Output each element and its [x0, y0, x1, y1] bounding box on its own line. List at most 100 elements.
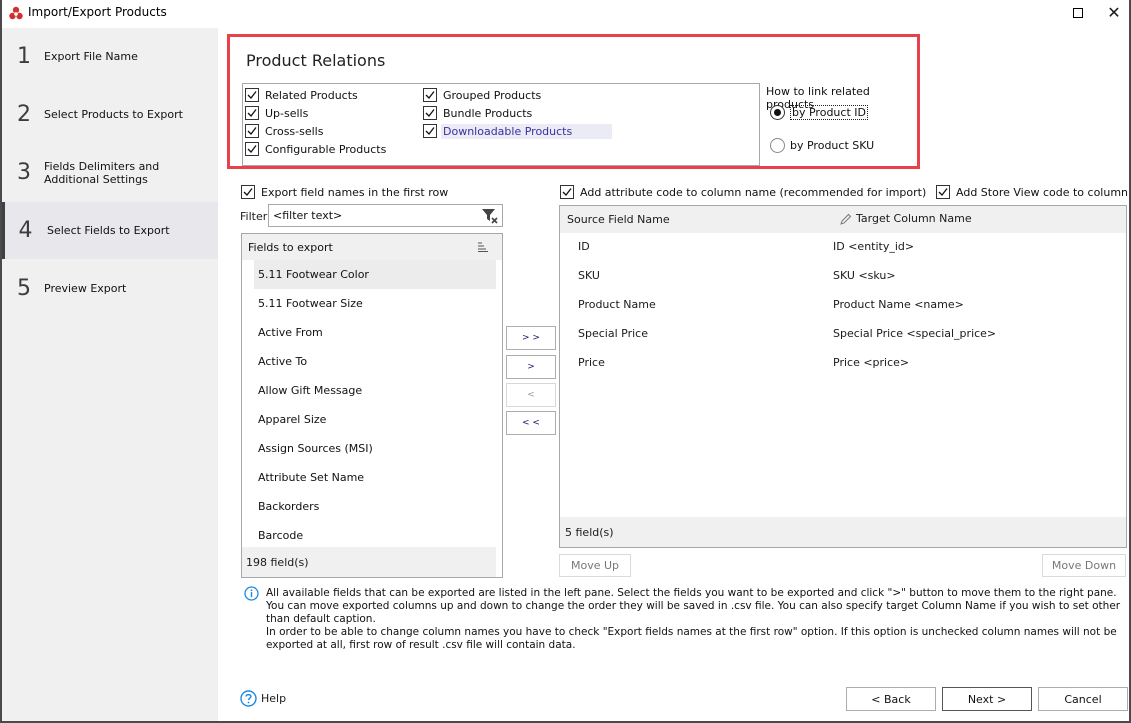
step-fields-delimiters[interactable]: 3 Fields Delimiters and Additional Setti… — [2, 144, 218, 201]
export-field-names-checkbox[interactable]: Export field names in the first row — [241, 184, 448, 200]
checkbox-label: Add attribute code to column name (recom… — [580, 185, 927, 199]
check-icon — [425, 91, 435, 99]
step-export-file-name[interactable]: 1 Export File Name — [2, 28, 218, 85]
back-button[interactable]: < Back — [846, 687, 936, 711]
table-header: Source Field Name Target Column Name — [560, 206, 1126, 233]
downloadable-products-checkbox[interactable]: Downloadable Products — [423, 123, 613, 139]
bundle-products-checkbox[interactable]: Bundle Products — [423, 105, 532, 121]
step-select-fields[interactable]: 4 Select Fields to Export — [2, 202, 218, 259]
by-product-sku-radio[interactable]: by Product SKU — [770, 138, 874, 153]
table-row[interactable]: SKU SKU <sku> — [560, 262, 1126, 291]
list-item[interactable]: Active From — [242, 318, 502, 347]
step-preview-export[interactable]: 5 Preview Export — [2, 260, 218, 317]
radio-selected-dot — [774, 109, 781, 116]
help-label: Help — [261, 692, 287, 705]
move-down-button[interactable]: Move Down — [1042, 554, 1126, 577]
step-label: Select Fields to Export — [47, 224, 170, 237]
info-text: All available fields that can be exporte… — [266, 587, 1121, 652]
checkbox-box — [423, 106, 437, 120]
wizard-steps-sidebar: 1 Export File Name 2 Select Products to … — [2, 28, 218, 721]
clear-filter-icon[interactable] — [481, 208, 499, 224]
up-sells-checkbox[interactable]: Up-sells — [245, 105, 308, 121]
list-item[interactable]: Allow Gift Message — [242, 376, 502, 405]
column-header-source[interactable]: Source Field Name — [567, 213, 670, 226]
next-button[interactable]: Next > — [942, 687, 1032, 711]
cancel-button[interactable]: Cancel — [1038, 687, 1128, 711]
info-paragraph-2: In order to be able to change column nam… — [266, 626, 1117, 651]
close-icon: ✕ — [1107, 3, 1121, 22]
cross-sells-checkbox[interactable]: Cross-sells — [245, 123, 323, 139]
app-logo-icon — [9, 6, 23, 20]
step-select-products[interactable]: 2 Select Products to Export — [2, 86, 218, 143]
check-icon — [243, 188, 253, 196]
checkbox-box — [423, 88, 437, 102]
title-bar: Import/Export Products ✕ — [2, 0, 1129, 27]
table-row[interactable]: Special Price Special Price <special_pri… — [560, 320, 1126, 349]
checkbox-box — [245, 142, 259, 156]
exported-field-count: 5 field(s) — [560, 517, 1126, 547]
check-icon — [247, 145, 257, 153]
column-header-target[interactable]: Target Column Name — [840, 212, 972, 225]
list-item[interactable]: Attribute Set Name — [242, 463, 502, 492]
configurable-products-checkbox[interactable]: Configurable Products — [245, 141, 386, 157]
check-icon — [562, 188, 572, 196]
list-item[interactable]: Assign Sources (MSI) — [242, 434, 502, 463]
pencil-icon — [840, 213, 852, 225]
target-column-cell[interactable]: Special Price <special_price> — [833, 327, 996, 340]
step-label: Preview Export — [44, 282, 127, 295]
main-panel: Product Relations Related Products Up-se… — [220, 28, 1131, 721]
target-column-cell[interactable]: Price <price> — [833, 356, 909, 369]
step-number: 1 — [17, 44, 31, 69]
add-all-fields-button[interactable]: > > — [506, 326, 556, 350]
checkbox-label: Export field names in the first row — [261, 185, 449, 199]
target-column-cell[interactable]: ID <entity_id> — [833, 240, 914, 253]
radio-label: by Product ID — [790, 105, 868, 120]
maximize-button[interactable] — [1067, 4, 1089, 22]
step-label: Select Products to Export — [44, 108, 183, 121]
radio-circle — [770, 105, 785, 120]
list-item[interactable]: Active To — [242, 347, 502, 376]
related-products-checkbox[interactable]: Related Products — [245, 87, 358, 103]
checkbox-box — [936, 185, 950, 199]
target-column-cell[interactable]: SKU <sku> — [833, 269, 896, 282]
checkbox-box — [423, 124, 437, 138]
list-item[interactable]: Barcode — [242, 521, 502, 550]
step-number: 3 — [17, 160, 31, 185]
checkbox-label: Add Store View code to column nam — [956, 185, 1131, 199]
source-field-cell: Special Price — [578, 327, 648, 340]
table-row[interactable]: Price Price <price> — [560, 349, 1126, 378]
product-relations-title: Product Relations — [246, 51, 386, 70]
add-store-view-code-checkbox[interactable]: Add Store View code to column nam — [936, 184, 1131, 200]
table-row[interactable]: Product Name Product Name <name> — [560, 291, 1126, 320]
list-item[interactable]: Apparel Size — [242, 405, 502, 434]
source-field-cell: Product Name — [578, 298, 656, 311]
info-paragraph-1: All available fields that can be exporte… — [266, 587, 1121, 625]
list-item[interactable]: 5.11 Footwear Color — [254, 260, 496, 289]
remove-all-fields-button[interactable]: < < — [506, 411, 556, 435]
close-button[interactable]: ✕ — [1103, 4, 1125, 22]
step-label: Fields Delimiters and Additional Setting… — [44, 159, 160, 186]
check-icon — [247, 91, 257, 99]
list-item[interactable]: 5.11 Footwear Size — [242, 289, 502, 318]
checkbox-box — [245, 124, 259, 138]
field-count: 198 field(s) — [242, 547, 496, 577]
step-number: 5 — [17, 276, 31, 301]
table-row[interactable]: ID ID <entity_id> — [560, 233, 1126, 262]
move-up-button[interactable]: Move Up — [559, 554, 631, 577]
source-field-cell: SKU — [578, 269, 600, 282]
source-field-cell: Price — [578, 356, 605, 369]
check-icon — [425, 109, 435, 117]
check-icon — [247, 109, 257, 117]
add-field-button[interactable]: > — [506, 355, 556, 379]
add-attribute-code-checkbox[interactable]: Add attribute code to column name (recom… — [560, 184, 926, 200]
sort-icon[interactable] — [478, 242, 488, 252]
list-item[interactable]: Backorders — [242, 492, 502, 521]
target-column-cell[interactable]: Product Name <name> — [833, 298, 964, 311]
remove-field-button[interactable]: < — [506, 383, 556, 407]
grouped-products-checkbox[interactable]: Grouped Products — [423, 87, 541, 103]
list-header: Fields to export — [242, 234, 502, 260]
by-product-id-radio[interactable]: by Product ID — [770, 105, 868, 120]
help-link[interactable]: Help — [240, 690, 286, 707]
filter-input[interactable] — [268, 204, 503, 227]
checkbox-box — [560, 185, 574, 199]
